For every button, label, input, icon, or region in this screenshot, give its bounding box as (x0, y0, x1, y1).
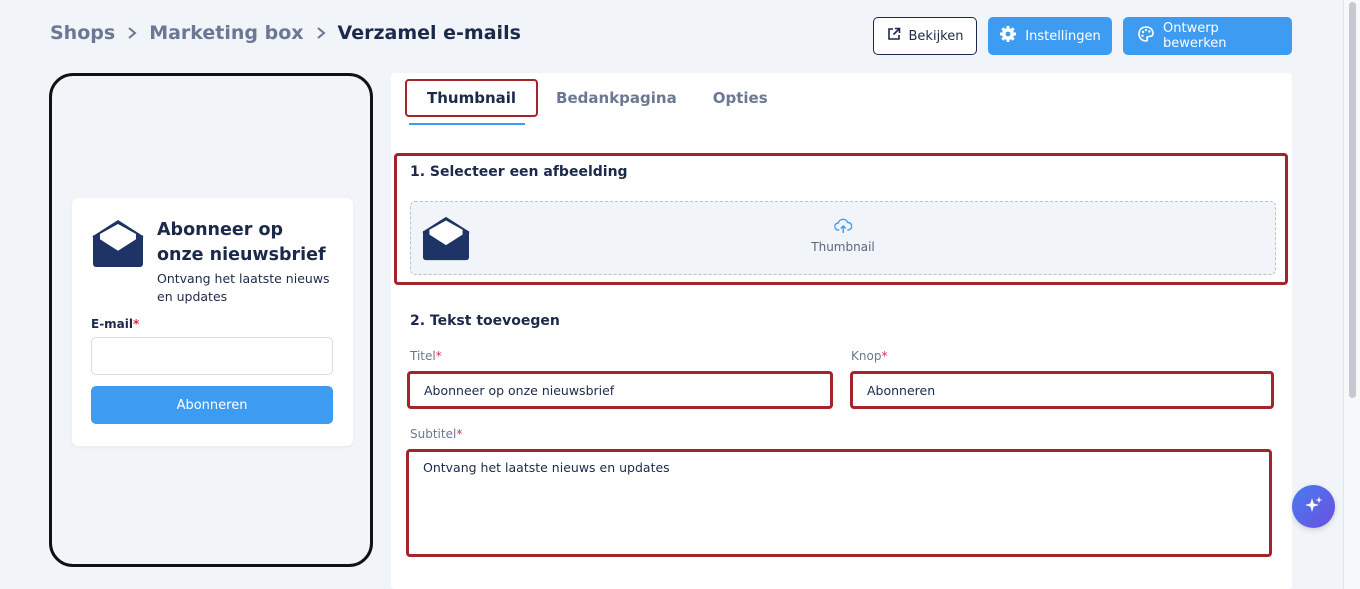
sparkles-icon (1304, 495, 1324, 519)
subtitle-label: Subtitel* (410, 427, 462, 441)
breadcrumb: Shops Marketing box Verzamel e-mails (50, 22, 521, 44)
required-mark: * (435, 349, 442, 363)
view-button-label: Bekijken (908, 28, 964, 44)
email-label: E-mail* (91, 317, 334, 331)
required-mark: * (456, 427, 463, 441)
button-label: Knop* (851, 349, 887, 363)
email-field[interactable] (91, 337, 333, 375)
scrollbar-thumb[interactable] (1349, 2, 1356, 398)
palette-icon (1137, 25, 1155, 47)
breadcrumb-shops[interactable]: Shops (50, 22, 115, 44)
page-title: Verzamel e-mails (337, 22, 521, 44)
text-section-title: 2. Tekst toevoegen (410, 313, 560, 329)
required-mark: * (881, 349, 888, 363)
settings-button[interactable]: Instellingen (988, 17, 1112, 55)
tab-bedankpagina[interactable]: Bedankpagina (538, 79, 695, 117)
settings-panel: Thumbnail Bedankpagina Opties 1. Selecte… (391, 73, 1292, 589)
edit-design-button[interactable]: Ontwerp bewerken (1123, 17, 1292, 55)
subtitle-textarea[interactable]: Ontvang het laatste nieuws en updates (406, 449, 1272, 557)
card-header: Abonneer op onze nieuwsbrief Ontvang het… (91, 218, 334, 306)
chevron-right-icon (126, 26, 138, 40)
image-section: 1. Selecteer een afbeelding Thumbnail (394, 153, 1288, 285)
title-label: Titel* (410, 349, 442, 363)
upload-label: Thumbnail (811, 240, 875, 254)
cloud-upload-icon (833, 218, 853, 238)
ai-assistant-button[interactable] (1292, 485, 1335, 528)
tab-opties[interactable]: Opties (695, 79, 786, 117)
tab-bar: Thumbnail Bedankpagina Opties (405, 79, 786, 117)
title-label-text: Titel (410, 349, 436, 363)
envelope-open-icon (91, 218, 145, 306)
scrollbar[interactable] (1343, 0, 1360, 589)
thumbnail-dropzone[interactable]: Thumbnail (410, 201, 1276, 275)
title-input[interactable]: Abonneer op onze nieuwsbrief (407, 371, 833, 409)
button-text-input[interactable]: Abonneren (850, 371, 1274, 409)
subscribe-button[interactable]: Abonneren (91, 386, 333, 424)
newsletter-card: Abonneer op onze nieuwsbrief Ontvang het… (72, 198, 353, 446)
email-label-text: E-mail (91, 317, 134, 331)
external-link-icon (887, 27, 901, 45)
edit-design-button-label: Ontwerp bewerken (1163, 21, 1227, 51)
image-section-title: 1. Selecteer een afbeelding (410, 164, 628, 180)
header-actions: Bekijken Instellingen Ontwerp bewerken (873, 17, 1292, 55)
view-button[interactable]: Bekijken (873, 17, 977, 55)
envelope-open-icon (421, 215, 471, 265)
subtitle-label-text: Subtitel (410, 427, 457, 441)
card-title: Abonneer op onze nieuwsbrief (157, 220, 326, 265)
required-mark: * (133, 317, 140, 331)
chevron-right-icon (315, 26, 327, 40)
card-subtitle: Ontvang het laatste nieuws en updates (157, 271, 330, 304)
upload-prompt: Thumbnail (811, 218, 875, 254)
button-label-text: Knop (851, 349, 882, 363)
phone-preview: Abonneer op onze nieuwsbrief Ontvang het… (49, 73, 373, 567)
gear-icon (999, 25, 1017, 47)
tab-thumbnail[interactable]: Thumbnail (405, 79, 539, 117)
active-tab-indicator (409, 123, 525, 125)
breadcrumb-marketing-box[interactable]: Marketing box (149, 22, 303, 44)
settings-button-label: Instellingen (1025, 28, 1101, 44)
